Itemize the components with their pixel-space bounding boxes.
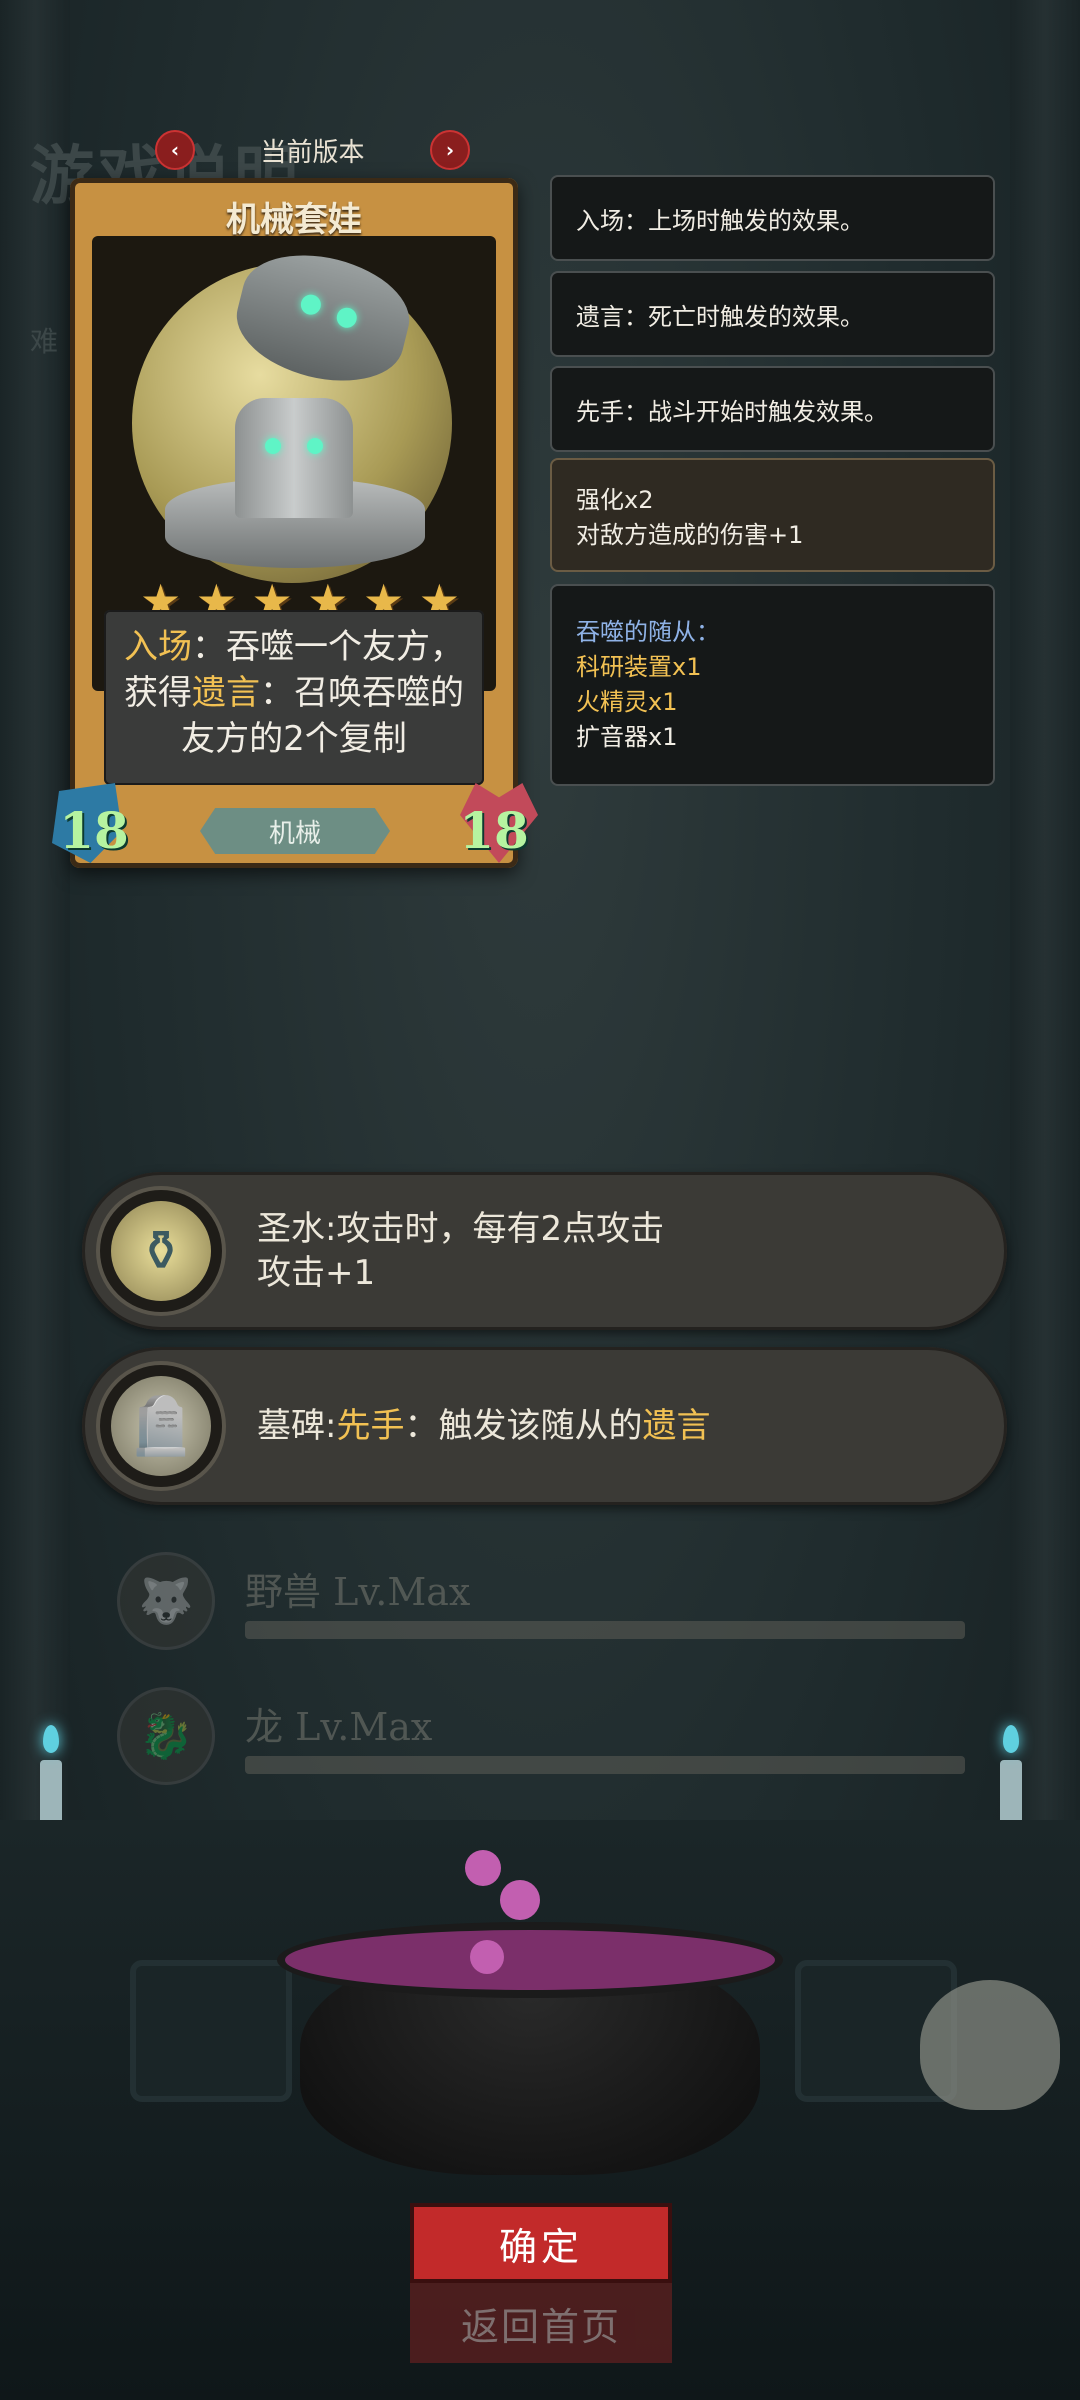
bubble <box>470 1940 504 1974</box>
buff-icon-frame: 🪦 <box>100 1365 222 1487</box>
tribe-row-beast: 🐺 野兽 Lv.Max <box>120 1555 970 1655</box>
buff-line: ：触发该随从的 <box>404 1406 643 1446</box>
buff-line: 圣水:攻击时，每有2点攻击 <box>257 1209 665 1249</box>
devoured-item: 扩音器x1 <box>576 723 678 751</box>
right-pillar <box>1010 0 1080 1820</box>
desc-text: 获得 <box>124 673 192 713</box>
holy-water-icon: ⚱ <box>111 1201 211 1301</box>
info-text: 先手：战斗开始时触发效果。 <box>576 397 888 426</box>
candle-flame <box>1003 1725 1019 1753</box>
tribe-level-bar <box>245 1756 965 1774</box>
chevron-right-icon: › <box>445 138 455 162</box>
robot-body-art <box>235 398 353 518</box>
left-pillar <box>0 0 70 1820</box>
version-selector: ‹ 当前版本 › <box>155 128 470 172</box>
tribe-level-bar <box>245 1621 965 1639</box>
info-buff: 强化x2 对敌方造成的伤害+1 <box>550 458 995 572</box>
desc-text: ：召唤吞噬的 <box>260 673 464 713</box>
devoured-item: 科研装置x1 <box>576 653 702 681</box>
card-description: 入场：吞噬一个友方， 获得遗言：召唤吞噬的 友方的2个复制 <box>104 610 484 785</box>
candle <box>1000 1760 1022 1820</box>
bubble <box>465 1850 501 1886</box>
confirm-button[interactable]: 确定 <box>410 2203 672 2283</box>
chevron-left-icon: ‹ <box>170 138 180 162</box>
health-value: 18 <box>459 800 529 860</box>
candle <box>40 1760 62 1820</box>
buff-row-holy-water[interactable]: ⚱ 圣水:攻击时，每有2点攻击 攻击+1 <box>82 1172 1007 1330</box>
buff-row-tombstone[interactable]: 🪦 墓碑:先手：触发该随从的遗言 <box>82 1347 1007 1505</box>
info-text: 遗言：死亡时触发的效果。 <box>576 302 864 331</box>
robot-eye <box>334 305 359 330</box>
buff-line: 攻击+1 <box>257 1253 376 1293</box>
return-home-button[interactable]: 返回首页 <box>410 2283 672 2363</box>
beast-icon: 🐺 <box>120 1555 212 1647</box>
desc-text: ：吞噬一个友方， <box>192 627 464 667</box>
buff-text: 墓碑:先手：触发该随从的遗言 <box>257 1347 967 1505</box>
keyword-deathrattle: 遗言 <box>642 1406 711 1446</box>
tombstone-icon: 🪦 <box>111 1376 211 1476</box>
next-version-button[interactable]: › <box>429 130 470 170</box>
bubble <box>500 1880 540 1920</box>
tribe-level-label: 野兽 Lv.Max <box>245 1570 471 1614</box>
devoured-title: 吞噬的随从： <box>576 618 720 646</box>
buff-text: 圣水:攻击时，每有2点攻击 攻击+1 <box>257 1172 967 1330</box>
keyword-deathrattle: 遗言 <box>192 673 260 713</box>
minion-card[interactable]: 机械套娃 ★ ★ ★ ★ ★ ★ 入场：吞噬一个友方， 获得遗言：召唤吞噬的 友方的2个复… <box>52 178 538 868</box>
prev-version-button[interactable]: ‹ <box>155 130 195 170</box>
info-text: 入场：上场时触发的效果。 <box>576 206 864 235</box>
cauldron-rim <box>285 1930 775 1990</box>
attack-value: 18 <box>59 800 129 860</box>
robot-eye <box>307 438 323 454</box>
info-devoured: 吞噬的随从： 科研装置x1 火精灵x1 扩音器x1 <box>550 584 995 786</box>
info-deathrattle: 遗言：死亡时触发的效果。 <box>550 271 995 357</box>
buff-icon-frame: ⚱ <box>100 1190 222 1312</box>
keyword-battlecry: 入场 <box>124 627 192 667</box>
tribe-row-dragon: 🐉 龙 Lv.Max <box>120 1690 970 1790</box>
card-name: 机械套娃 <box>226 200 362 240</box>
stone-pedestal <box>130 1960 292 2102</box>
robot-eye <box>298 292 323 317</box>
dragon-icon: 🐉 <box>120 1690 212 1782</box>
buff-desc: 对敌方造成的伤害+1 <box>576 521 804 549</box>
devoured-item: 火精灵x1 <box>576 688 678 716</box>
tribe-tag: 机械 <box>200 808 390 854</box>
candle-flame <box>43 1725 59 1753</box>
background-text: 难 <box>30 325 59 358</box>
info-enter: 入场：上场时触发的效果。 <box>550 175 995 261</box>
version-label: 当前版本 <box>260 137 365 168</box>
skull-decoration <box>920 1980 1060 2110</box>
robot-eye <box>265 438 281 454</box>
keyword-first-strike: 先手 <box>336 1406 405 1446</box>
tribe-level-label: 龙 Lv.Max <box>245 1705 433 1749</box>
buff-name: 墓碑: <box>257 1406 337 1446</box>
desc-text: 友方的2个复制 <box>181 719 407 759</box>
buff-title: 强化x2 <box>576 486 654 514</box>
info-first-strike: 先手：战斗开始时触发效果。 <box>550 366 995 452</box>
